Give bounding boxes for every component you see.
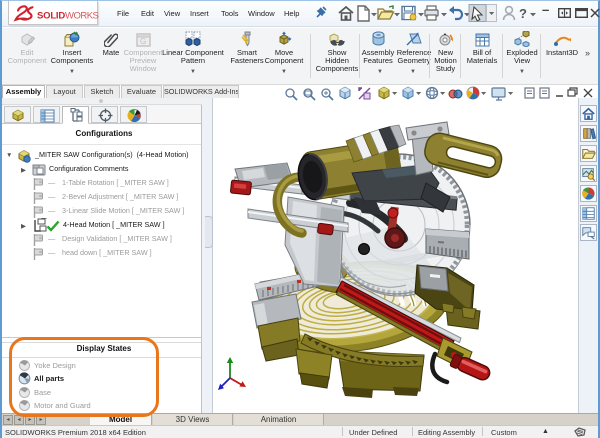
svg-text:SOLID: SOLID (37, 11, 65, 22)
svg-text:G: G (140, 37, 146, 46)
svg-text:WORKS: WORKS (65, 11, 99, 22)
svg-text:?: ? (519, 6, 527, 21)
